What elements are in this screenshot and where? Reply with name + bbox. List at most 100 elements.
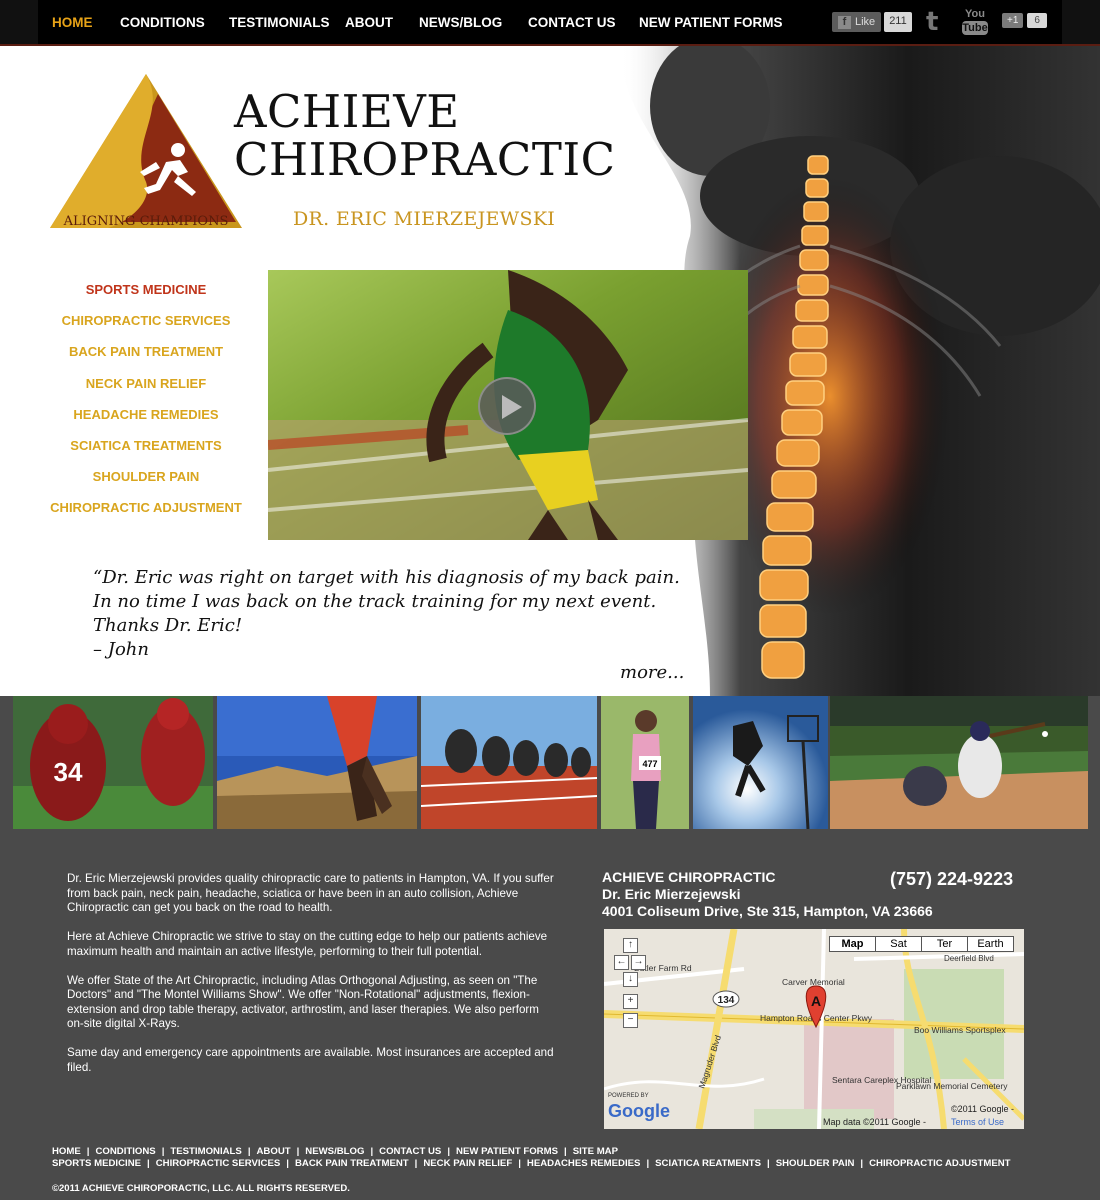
- footer-links: HOME | CONDITIONS | TESTIMONIALS | ABOUT | NEWS/…: [52, 1146, 1092, 1170]
- doctor-name: DR. ERIC MIERZEJEWSKI: [293, 208, 556, 230]
- photo-trail-runner: [217, 696, 417, 829]
- map-label-deerfield: Deerfield Blvd: [944, 954, 994, 963]
- about-paragraph-3: We offer State of the Art Chiropractic, …: [67, 973, 539, 1031]
- about-text: Dr. Eric Mierzejewski provides quality c…: [67, 872, 557, 1090]
- map-type-switcher: Map Sat Ter Earth: [829, 936, 1014, 952]
- footer-link-sports-medicine[interactable]: SPORTS MEDICINE: [52, 1158, 141, 1169]
- map-type-map[interactable]: Map: [829, 936, 876, 952]
- youtube-icon[interactable]: You Tube: [962, 8, 988, 36]
- site-title-line2: CHIROPRACTIC: [234, 133, 616, 186]
- photo-football: 34: [13, 696, 213, 829]
- contact-doctor: Dr. Eric Mierzejewski: [602, 886, 741, 902]
- about-paragraph-2: Here at Achieve Chiropractic we strive t…: [67, 930, 548, 958]
- footer-nav-row: HOME | CONDITIONS | TESTIMONIALS | ABOUT | NEWS/…: [52, 1146, 619, 1157]
- svg-text:34: 34: [54, 757, 83, 787]
- youtube-icon-bottom: Tube: [962, 21, 988, 35]
- twitter-icon[interactable]: t: [926, 9, 948, 35]
- nav-contact-us[interactable]: CONTACT US: [528, 15, 616, 30]
- service-shoulder-pain[interactable]: SHOULDER PAIN: [40, 469, 252, 500]
- google-plus-count: 6: [1027, 13, 1047, 28]
- map-pan-down-icon[interactable]: ↓: [623, 972, 638, 987]
- footer-link-neck-pain[interactable]: NECK PAIN RELIEF: [423, 1158, 512, 1169]
- facebook-like-label: Like: [855, 16, 876, 28]
- nav-new-patient-forms[interactable]: NEW PATIENT FORMS: [639, 15, 783, 30]
- photo-sprint-start: [421, 696, 597, 829]
- testimonial-author: – John: [93, 639, 149, 660]
- map-zoom-out-icon[interactable]: −: [623, 1013, 638, 1028]
- footer-copyright: ©2011 ACHIEVE CHIROPORACTIC, LLC. ALL RI…: [52, 1183, 350, 1194]
- service-neck-pain-relief[interactable]: NECK PAIN RELIEF: [40, 376, 252, 407]
- footer-link-news-blog[interactable]: NEWS/BLOG: [305, 1146, 364, 1157]
- testimonial-line1: “Dr. Eric was right on target with his d…: [93, 567, 680, 588]
- footer-link-home[interactable]: HOME: [52, 1146, 81, 1157]
- service-chiropractic-adjustment[interactable]: CHIROPRACTIC ADJUSTMENT: [40, 500, 252, 531]
- video-player[interactable]: [268, 270, 748, 540]
- map-terms-link[interactable]: Terms of Use: [951, 1117, 1004, 1127]
- map-type-earth[interactable]: Earth: [967, 936, 1014, 952]
- footer-link-chiropractic-services[interactable]: CHIROPRACTIC SERVICES: [156, 1158, 281, 1169]
- footer-services-row: SPORTS MEDICINE | CHIROPRACTIC SERVICES | BA…: [52, 1158, 1011, 1169]
- facebook-like-button[interactable]: f Like: [832, 12, 882, 32]
- map-label-boo-williams: Boo Williams Sportsplex: [914, 1025, 1006, 1035]
- footer-link-headaches[interactable]: HEADACHES REMEDIES: [527, 1158, 641, 1169]
- service-chiropractic-services[interactable]: CHIROPRACTIC SERVICES: [40, 313, 252, 344]
- youtube-icon-top: You: [965, 8, 985, 20]
- facebook-like-widget[interactable]: f Like 211: [832, 12, 912, 32]
- about-paragraph-4: Same day and emergency care appointments…: [67, 1046, 554, 1074]
- about-paragraph-1: Dr. Eric Mierzejewski provides quality c…: [67, 872, 554, 914]
- nav-testimonials[interactable]: TESTIMONIALS: [229, 15, 330, 30]
- facebook-like-count: 211: [884, 12, 912, 32]
- map-label-parklawn: Parklawn Memorial Cemetery: [896, 1081, 1008, 1091]
- map-label-carver: Carver Memorial: [782, 977, 845, 987]
- nav-news-blog[interactable]: NEWS/BLOG: [419, 15, 502, 30]
- contact-phone[interactable]: (757) 224-9223: [890, 869, 1013, 890]
- map-route-shield: 134: [718, 995, 735, 1006]
- nav-about[interactable]: ABOUT: [345, 15, 393, 30]
- map-type-ter[interactable]: Ter: [921, 936, 968, 952]
- hero: ALIGNING CHAMPIONS ACHIEVE CHIROPRACTIC …: [0, 46, 1100, 696]
- top-nav: HOME CONDITIONS TESTIMONIALS ABOUT NEWS/…: [0, 0, 1100, 46]
- photo-female-runner: 477: [601, 696, 689, 829]
- footer-link-back-pain[interactable]: BACK PAIN TREATMENT: [295, 1158, 409, 1169]
- site-title-line1: ACHIEVE: [234, 85, 460, 138]
- google-logo: Google: [608, 1101, 670, 1121]
- google-plus-button[interactable]: +1: [1002, 13, 1024, 28]
- svg-text:477: 477: [642, 759, 657, 769]
- map-powered-by: POWERED BY: [608, 1093, 649, 1099]
- nav-conditions[interactable]: CONDITIONS: [120, 15, 205, 30]
- map-pan-left-icon[interactable]: ←: [614, 955, 629, 970]
- map-type-sat[interactable]: Sat: [875, 936, 922, 952]
- footer-link-shoulder-pain[interactable]: SHOULDER PAIN: [776, 1158, 855, 1169]
- footer-link-conditions[interactable]: CONDITIONS: [95, 1146, 155, 1157]
- testimonial-quote: “Dr. Eric was right on target with his d…: [93, 566, 713, 662]
- service-headache-remedies[interactable]: HEADACHE REMEDIES: [40, 407, 252, 438]
- footer-link-chiropractic-adjustment[interactable]: CHIROPRACTIC ADJUSTMENT: [869, 1158, 1010, 1169]
- map-pan-right-icon[interactable]: →: [631, 955, 646, 970]
- testimonial-more-link[interactable]: more...: [620, 662, 684, 683]
- contact-info: ACHIEVE CHIROPRACTIC Dr. Eric Mierzejews…: [602, 869, 933, 920]
- testimonial-line3: Thanks Dr. Eric!: [93, 615, 243, 636]
- map-copyright: ©2011 Google -: [951, 1104, 1014, 1114]
- nav-home[interactable]: HOME: [52, 15, 93, 30]
- service-back-pain-treatment[interactable]: BACK PAIN TREATMENT: [40, 344, 252, 375]
- footer-link-contact-us[interactable]: CONTACT US: [379, 1146, 441, 1157]
- service-sciatica-treatments[interactable]: SCIATICA TREATMENTS: [40, 438, 252, 469]
- google-plus-widget[interactable]: +1 6: [1002, 13, 1047, 28]
- map-zoom-in-icon[interactable]: +: [623, 994, 638, 1009]
- contact-address: 4001 Coliseum Drive, Ste 315, Hampton, V…: [602, 903, 933, 919]
- footer-link-new-patient-forms[interactable]: NEW PATIENT FORMS: [456, 1146, 558, 1157]
- footer-link-site-map[interactable]: SITE MAP: [573, 1146, 618, 1157]
- location-map[interactable]: 134 Butler Farm Rd Deerfield Blvd Carver…: [604, 929, 1024, 1129]
- footer-link-testimonials[interactable]: TESTIMONIALS: [170, 1146, 241, 1157]
- photo-baseball: [830, 696, 1088, 829]
- map-canvas[interactable]: 134 Butler Farm Rd Deerfield Blvd Carver…: [604, 929, 1024, 1129]
- footer-link-about[interactable]: ABOUT: [257, 1146, 291, 1157]
- map-pan-up-icon[interactable]: ↑: [623, 938, 638, 953]
- footer-link-sciatica[interactable]: SCIATICA REATMENTS: [655, 1158, 761, 1169]
- sports-photo-strip: 34 477: [0, 696, 1100, 831]
- photo-basketball: [693, 696, 828, 829]
- services-menu: SPORTS MEDICINE CHIROPRACTIC SERVICES BA…: [40, 282, 252, 532]
- play-button[interactable]: [478, 377, 536, 435]
- service-sports-medicine[interactable]: SPORTS MEDICINE: [40, 282, 252, 313]
- testimonial-line2: In no time I was back on the track train…: [93, 591, 657, 612]
